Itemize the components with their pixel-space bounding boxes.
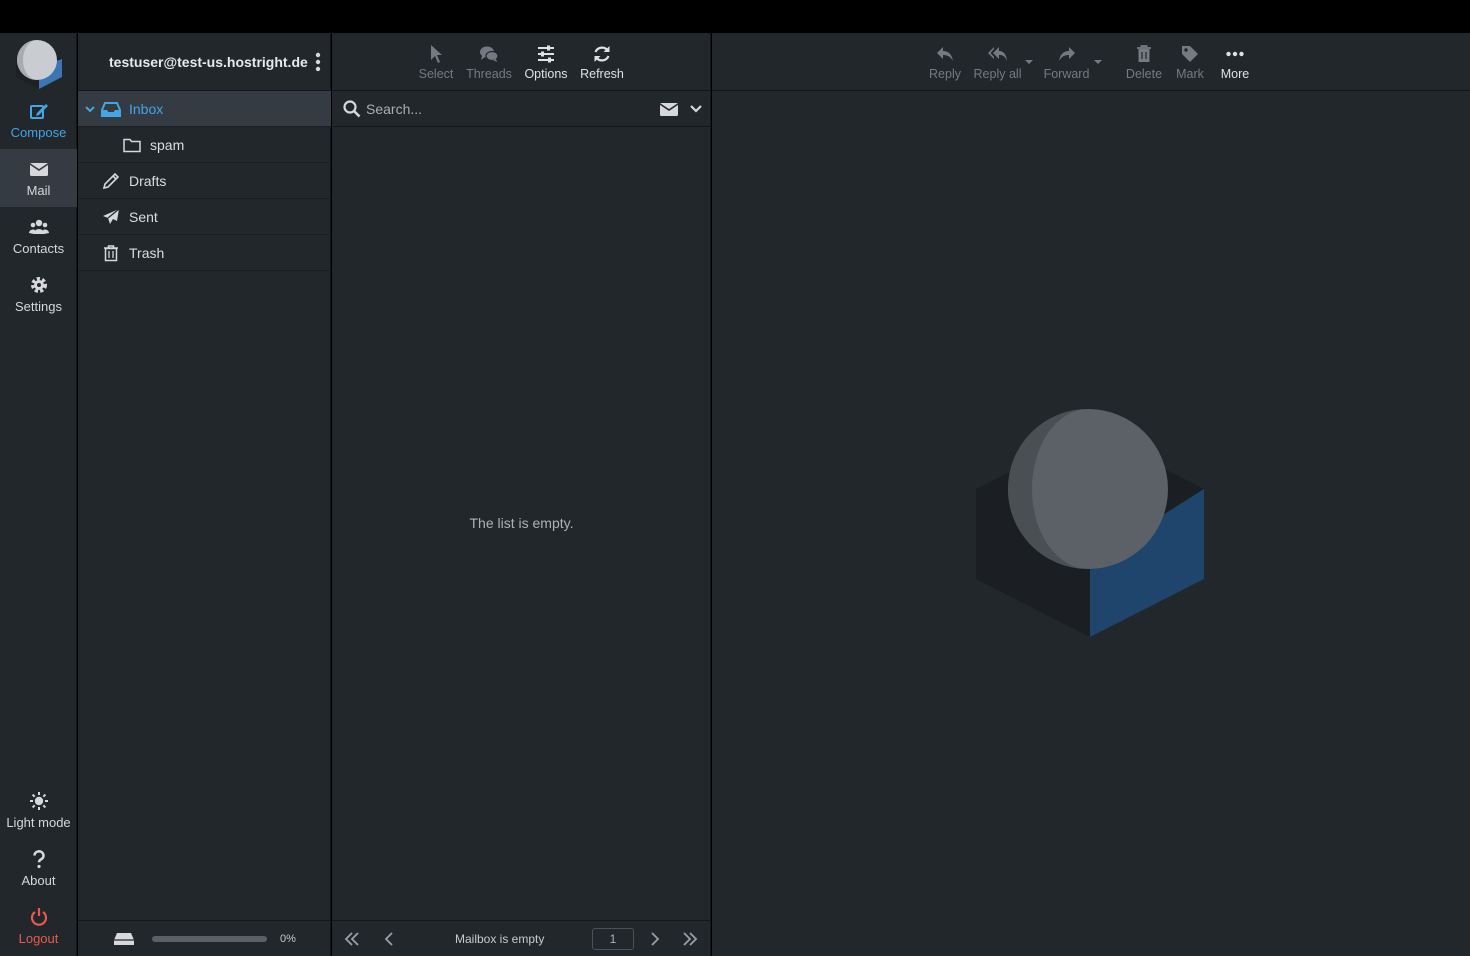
search-bar <box>332 91 711 127</box>
contacts-label: Contacts <box>12 240 65 256</box>
logout-label: Logout <box>18 930 59 946</box>
select-label: Select <box>418 66 454 81</box>
folder-sent[interactable]: Sent <box>78 199 331 235</box>
last-page-icon[interactable] <box>680 929 700 949</box>
reply-label: Reply <box>929 66 961 81</box>
nav-item-settings[interactable]: Settings <box>0 265 77 323</box>
folder-label: Drafts <box>129 172 167 189</box>
first-page-icon[interactable] <box>342 929 362 949</box>
folder-icon <box>123 138 141 152</box>
message-content-pane: Reply Reply all Forward Delete Mark More <box>712 33 1470 956</box>
roundcube-logo[interactable] <box>12 37 66 89</box>
select-button[interactable]: Select <box>416 33 456 91</box>
forward-label: Forward <box>1043 66 1090 81</box>
compose-icon <box>29 103 48 119</box>
trash-icon <box>104 244 118 261</box>
forward-button[interactable]: Forward <box>1040 33 1093 91</box>
list-pagination: Mailbox is empty <box>332 920 711 956</box>
options-label: Options <box>524 66 568 81</box>
pencil-icon <box>102 172 120 189</box>
folder-trash[interactable]: Trash <box>78 235 331 271</box>
gear-icon <box>30 276 47 293</box>
message-toolbar: Reply Reply all Forward Delete Mark More <box>712 33 1470 91</box>
next-page-icon[interactable] <box>644 929 664 949</box>
reply-icon <box>937 46 953 61</box>
quota-bar <box>152 936 267 942</box>
page-number-input[interactable] <box>592 928 634 950</box>
sliders-icon <box>538 45 554 62</box>
delete-button[interactable]: Delete <box>1123 33 1165 91</box>
hard-drive-icon <box>114 933 134 945</box>
refresh-icon <box>594 45 610 62</box>
top-black-bar <box>0 0 1470 33</box>
mark-button[interactable]: Mark <box>1172 33 1208 91</box>
reply-all-label: Reply all <box>973 66 1022 81</box>
quota-percent: 0% <box>280 933 296 945</box>
comments-icon <box>480 46 499 62</box>
search-icon[interactable] <box>343 100 361 118</box>
envelope-icon[interactable] <box>659 101 679 117</box>
logout-button[interactable]: Logout <box>0 897 77 955</box>
reply-all-dropdown-caret-icon[interactable] <box>1024 57 1034 67</box>
nav-item-mail[interactable]: Mail <box>0 149 77 207</box>
folder-drafts[interactable]: Drafts <box>78 163 331 199</box>
delete-label: Delete <box>1125 66 1163 81</box>
roundcube-watermark-logo <box>976 409 1204 637</box>
options-button[interactable]: Options <box>521 33 571 91</box>
folder-label: Inbox <box>129 100 164 117</box>
folder-label: spam <box>150 136 185 153</box>
refresh-label: Refresh <box>580 66 624 81</box>
chevron-down-icon[interactable] <box>85 104 95 114</box>
reply-button[interactable]: Reply <box>925 33 965 91</box>
forward-dropdown-caret-icon[interactable] <box>1093 57 1103 67</box>
nav-item-contacts[interactable]: Contacts <box>0 207 77 265</box>
more-label: More <box>1220 66 1250 81</box>
compose-button[interactable]: Compose <box>0 91 77 149</box>
about-button[interactable]: About <box>0 839 77 897</box>
paper-plane-icon <box>103 208 120 224</box>
forward-icon <box>1058 46 1075 61</box>
compose-label: Compose <box>10 124 67 140</box>
quota-indicator: 0% <box>78 920 331 956</box>
question-icon <box>32 849 45 868</box>
main-navigation: Compose Mail Contacts Settings Light mod… <box>0 33 77 956</box>
threads-label: Threads <box>466 66 512 81</box>
previous-page-icon[interactable] <box>380 929 400 949</box>
tag-icon <box>1182 45 1198 62</box>
empty-list-message: The list is empty. <box>469 515 574 531</box>
threads-button[interactable]: Threads <box>464 33 514 91</box>
more-horizontal-icon <box>1226 51 1244 56</box>
about-label: About <box>21 872 56 888</box>
settings-label: Settings <box>15 298 62 314</box>
folder-pane: testuser@test-us.hostright.de Inbox spam… <box>78 33 331 956</box>
mail-label: Mail <box>26 182 51 198</box>
folder-inbox[interactable]: Inbox <box>78 91 331 127</box>
trash-icon <box>1137 44 1151 62</box>
mark-label: Mark <box>1176 66 1204 81</box>
pagination-status: Mailbox is empty <box>455 932 545 946</box>
list-toolbar: Select Threads Options Refresh <box>332 33 711 91</box>
reply-all-icon <box>987 46 1007 61</box>
refresh-button[interactable]: Refresh <box>576 33 628 91</box>
light-mode-label: Light mode <box>6 814 71 830</box>
folder-spam[interactable]: spam <box>78 127 331 163</box>
account-email: testuser@test-us.hostright.de <box>109 53 308 70</box>
inbox-icon <box>101 101 121 117</box>
power-icon <box>30 907 47 926</box>
sun-icon <box>29 791 48 810</box>
light-mode-toggle[interactable]: Light mode <box>0 781 77 839</box>
account-header: testuser@test-us.hostright.de <box>78 33 331 91</box>
pointer-icon <box>431 44 442 63</box>
search-input[interactable] <box>366 97 646 121</box>
users-icon <box>28 219 49 234</box>
reply-all-button[interactable]: Reply all <box>970 33 1025 91</box>
folder-label: Sent <box>129 208 158 225</box>
vertical-dots-menu-icon[interactable] <box>311 51 325 73</box>
envelope-icon <box>29 162 48 176</box>
message-list-pane: Select Threads Options Refresh The list … <box>332 33 711 956</box>
folder-label: Trash <box>129 244 165 261</box>
chevron-down-icon[interactable] <box>690 104 702 114</box>
more-button[interactable]: More <box>1215 33 1255 91</box>
